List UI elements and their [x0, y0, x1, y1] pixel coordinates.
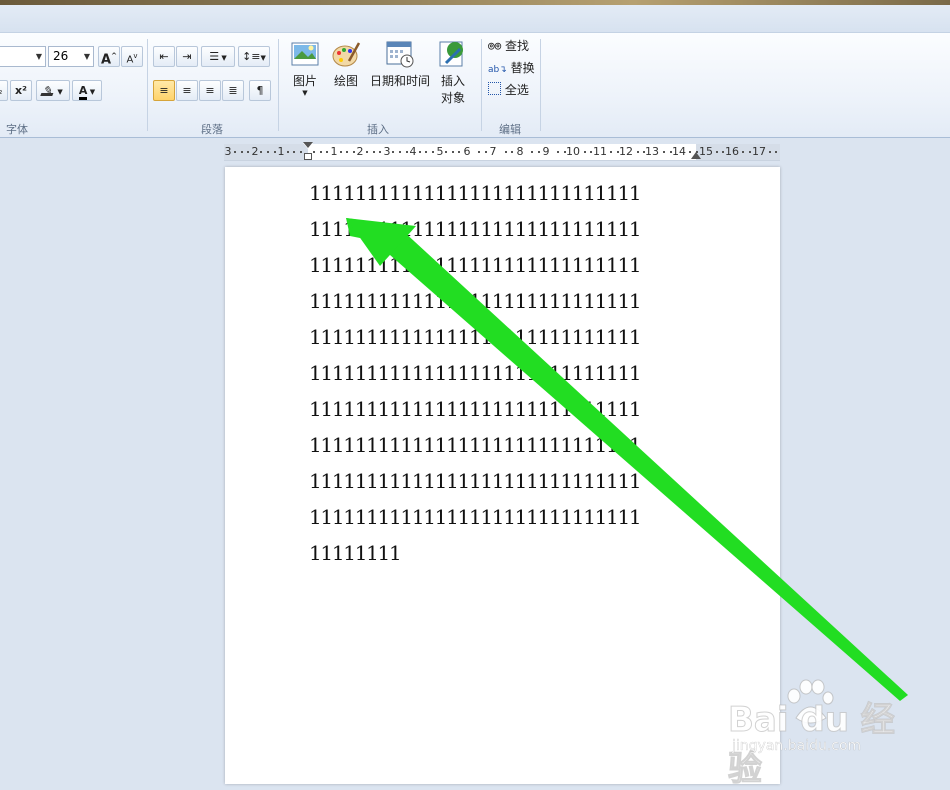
annotation-arrow [346, 218, 908, 701]
baidu-watermark: Bai du 经验 jingyan.baidu.com [728, 676, 908, 790]
arrow-shaft [382, 230, 908, 701]
watermark-url: jingyan.baidu.com [732, 738, 862, 754]
